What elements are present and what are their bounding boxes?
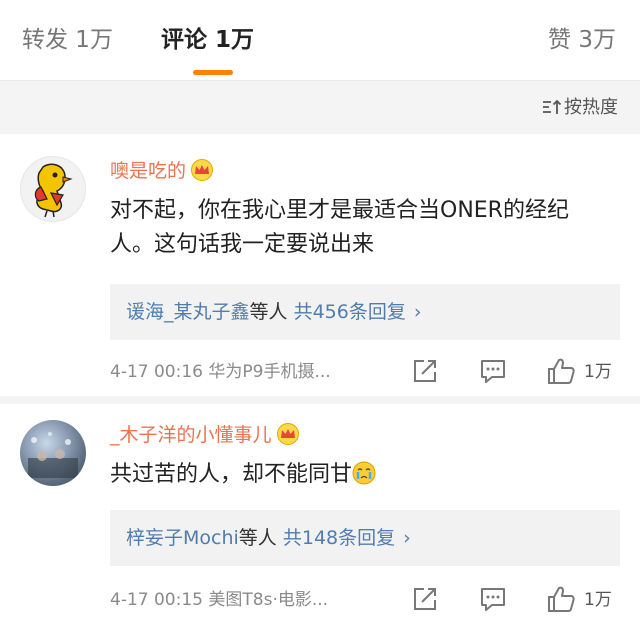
replies-summary[interactable]: 梓妄子Mochi等人 共148条回复 › xyxy=(110,510,620,566)
comment-text: 共过苦的人，却不能同甘 xyxy=(110,458,610,496)
comment-meta: 4-17 00:16 华为P9手机摄... xyxy=(110,360,331,384)
active-tab-indicator xyxy=(193,70,233,75)
tab-bar: 转发 1万 评论 1万 赞 3万 xyxy=(0,0,640,81)
comment-device: 美图T8s·电影... xyxy=(208,590,329,610)
reply-icon[interactable] xyxy=(478,356,508,386)
comment-item: _木子洋的小懂事儿 共过苦的人，却不能同甘 梓妄子Mochi等人 共148条回复… xyxy=(0,404,640,626)
sort-bar: 按热度 xyxy=(0,81,640,133)
share-icon[interactable] xyxy=(410,584,440,614)
photo-avatar-icon xyxy=(28,432,78,478)
like-count: 1万 xyxy=(584,362,612,382)
tab-repost[interactable]: 转发 1万 xyxy=(22,22,113,58)
username[interactable]: 噢是吃的 xyxy=(110,158,214,188)
like-count: 1万 xyxy=(584,590,612,610)
crown-icon xyxy=(276,423,300,452)
reply-icon[interactable] xyxy=(478,584,508,614)
like-icon[interactable] xyxy=(546,356,576,386)
reply-users[interactable]: 梓妄子Mochi xyxy=(126,527,239,549)
crown-icon xyxy=(190,159,214,188)
sort-icon xyxy=(543,99,562,114)
sort-button[interactable]: 按热度 xyxy=(542,96,618,120)
reply-suffix: 等人 xyxy=(249,301,288,323)
sort-label: 按热度 xyxy=(564,97,618,118)
avatar[interactable] xyxy=(20,420,86,486)
reply-count[interactable]: 共456条回复 xyxy=(294,301,406,323)
share-icon[interactable] xyxy=(410,356,440,386)
comment-text: 对不起，你在我心里才是最适合当ONER的经纪人。这句话我一定要说出来 xyxy=(110,198,569,257)
tab-comment[interactable]: 评论 1万 xyxy=(161,22,254,58)
username[interactable]: _木子洋的小懂事儿 xyxy=(110,422,300,452)
comment-device: 华为P9手机摄... xyxy=(208,362,331,382)
tab-like[interactable]: 赞 3万 xyxy=(548,22,616,58)
bird-avatar-icon xyxy=(34,163,73,218)
comment-time: 4-17 00:15 xyxy=(110,590,203,610)
avatar[interactable] xyxy=(20,156,86,222)
reply-count[interactable]: 共148条回复 xyxy=(283,527,395,549)
comment-meta: 4-17 00:15 美图T8s·电影... xyxy=(110,588,328,612)
crying-emoji-icon xyxy=(352,461,376,496)
replies-summary[interactable]: 谖海_某丸子鑫等人 共456条回复 › xyxy=(110,284,620,340)
chevron-right-icon: › xyxy=(413,301,422,323)
chevron-right-icon: › xyxy=(403,527,411,549)
comment-item: 噢是吃的 对不起，你在我心里才是最适合当ONER的经纪人。这句话我一定要说出来 … xyxy=(0,134,640,396)
comment-time: 4-17 00:16 xyxy=(110,362,203,382)
reply-suffix: 等人 xyxy=(238,527,277,549)
reply-users[interactable]: 谖海_某丸子鑫 xyxy=(126,301,250,323)
like-icon[interactable] xyxy=(546,584,576,614)
